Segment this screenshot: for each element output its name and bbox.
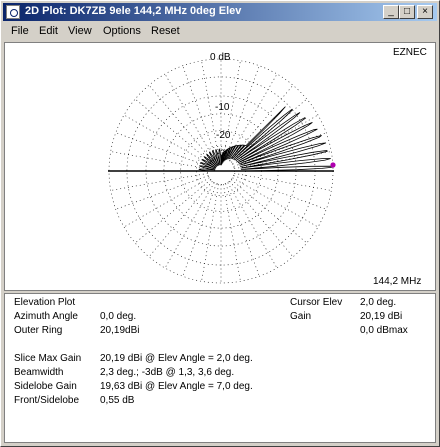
frequency-label: 144,2 MHz <box>373 276 422 287</box>
slice-max-gain-value: 20,19 dBi @ Elev Angle = 2,0 deg. <box>100 353 253 364</box>
eznec-brand: EZNEC <box>393 47 427 58</box>
menu-reset[interactable]: Reset <box>151 25 180 37</box>
minimize-button[interactable]: _ <box>383 5 399 19</box>
grid-spoke <box>148 85 213 161</box>
grid-spoke <box>123 114 210 165</box>
ring-label-10: -10 <box>215 102 230 113</box>
grid-spoke <box>229 181 294 257</box>
cursor-marker[interactable] <box>330 162 336 168</box>
plot-type: Elevation Plot <box>14 297 76 308</box>
grid-spoke <box>110 173 208 191</box>
grid-spoke <box>123 177 210 228</box>
polar-plot[interactable]: 0 dB -10 -20 -30 <box>5 43 435 290</box>
cursor-elev-value: 2,0 deg. <box>360 297 397 308</box>
sidelobe-gain-label: Sidelobe Gain <box>14 381 77 392</box>
menu-view[interactable]: View <box>68 25 92 37</box>
azimuth-angle-label: Azimuth Angle <box>14 311 78 322</box>
sidelobe-gain-value: 19,63 dBi @ Elev Angle = 7,0 deg. <box>100 381 253 392</box>
grid-spoke <box>227 182 278 269</box>
front-sidelobe-label: Front/Sidelobe <box>14 395 80 406</box>
menu-edit[interactable]: Edit <box>39 25 58 37</box>
menu-bar: File Edit View Options Reset <box>3 22 437 40</box>
ring-label-20: -20 <box>216 130 231 141</box>
gain-value: 20,19 dBi <box>360 311 403 322</box>
grid-spoke <box>233 175 327 210</box>
ring-label-0db: 0 dB <box>210 52 231 63</box>
beamwidth-value: 2,3 deg.; -3dB @ 1,3, 3,6 deg. <box>100 367 235 378</box>
outer-ring-value: 20,19dBi <box>100 325 140 336</box>
grid-spoke <box>164 182 215 269</box>
grid-spoke <box>110 151 208 169</box>
gain-dbmax: 0,0 dBmax <box>360 325 408 336</box>
grid-spoke <box>231 179 307 244</box>
grid-spoke <box>182 183 217 277</box>
cursor-elev-label: Cursor Elev <box>290 297 343 308</box>
grid-spoke <box>164 73 215 160</box>
grid-spoke <box>234 173 332 191</box>
grid-spoke <box>225 183 260 277</box>
grid-spoke <box>115 175 209 210</box>
plot-window: 2D Plot: DK7ZB 9ele 144,2 MHz 0deg Elev … <box>0 0 440 447</box>
grid-spoke <box>148 181 213 257</box>
grid-spoke <box>135 98 211 163</box>
beamwidth-label: Beamwidth <box>14 367 64 378</box>
grid-spoke <box>223 184 241 282</box>
title-bar[interactable]: 2D Plot: DK7ZB 9ele 144,2 MHz 0deg Elev … <box>3 3 437 21</box>
slice-max-gain-label: Slice Max Gain <box>14 353 82 364</box>
plot-pane[interactable]: 0 dB -10 -20 -30 EZNEC 144,2 MHz <box>4 42 436 291</box>
app-icon[interactable] <box>6 5 20 19</box>
maximize-button[interactable]: □ <box>399 5 415 19</box>
grid-spoke <box>232 177 319 228</box>
azimuth-angle-value: 0,0 deg. <box>100 311 137 322</box>
outer-ring-label: Outer Ring <box>14 325 63 336</box>
menu-file[interactable]: File <box>11 25 29 37</box>
window-title: 2D Plot: DK7ZB 9ele 144,2 MHz 0deg Elev <box>25 5 242 17</box>
grid-spoke <box>135 179 211 244</box>
info-pane: Elevation Plot Azimuth Angle 0,0 deg. Ou… <box>4 293 436 443</box>
front-sidelobe-value: 0,55 dB <box>100 395 135 406</box>
ring-label-30: -30 <box>217 148 230 158</box>
grid-spoke <box>201 184 219 282</box>
gain-label: Gain <box>290 311 312 322</box>
menu-options[interactable]: Options <box>103 25 141 37</box>
close-button[interactable]: × <box>417 5 433 19</box>
